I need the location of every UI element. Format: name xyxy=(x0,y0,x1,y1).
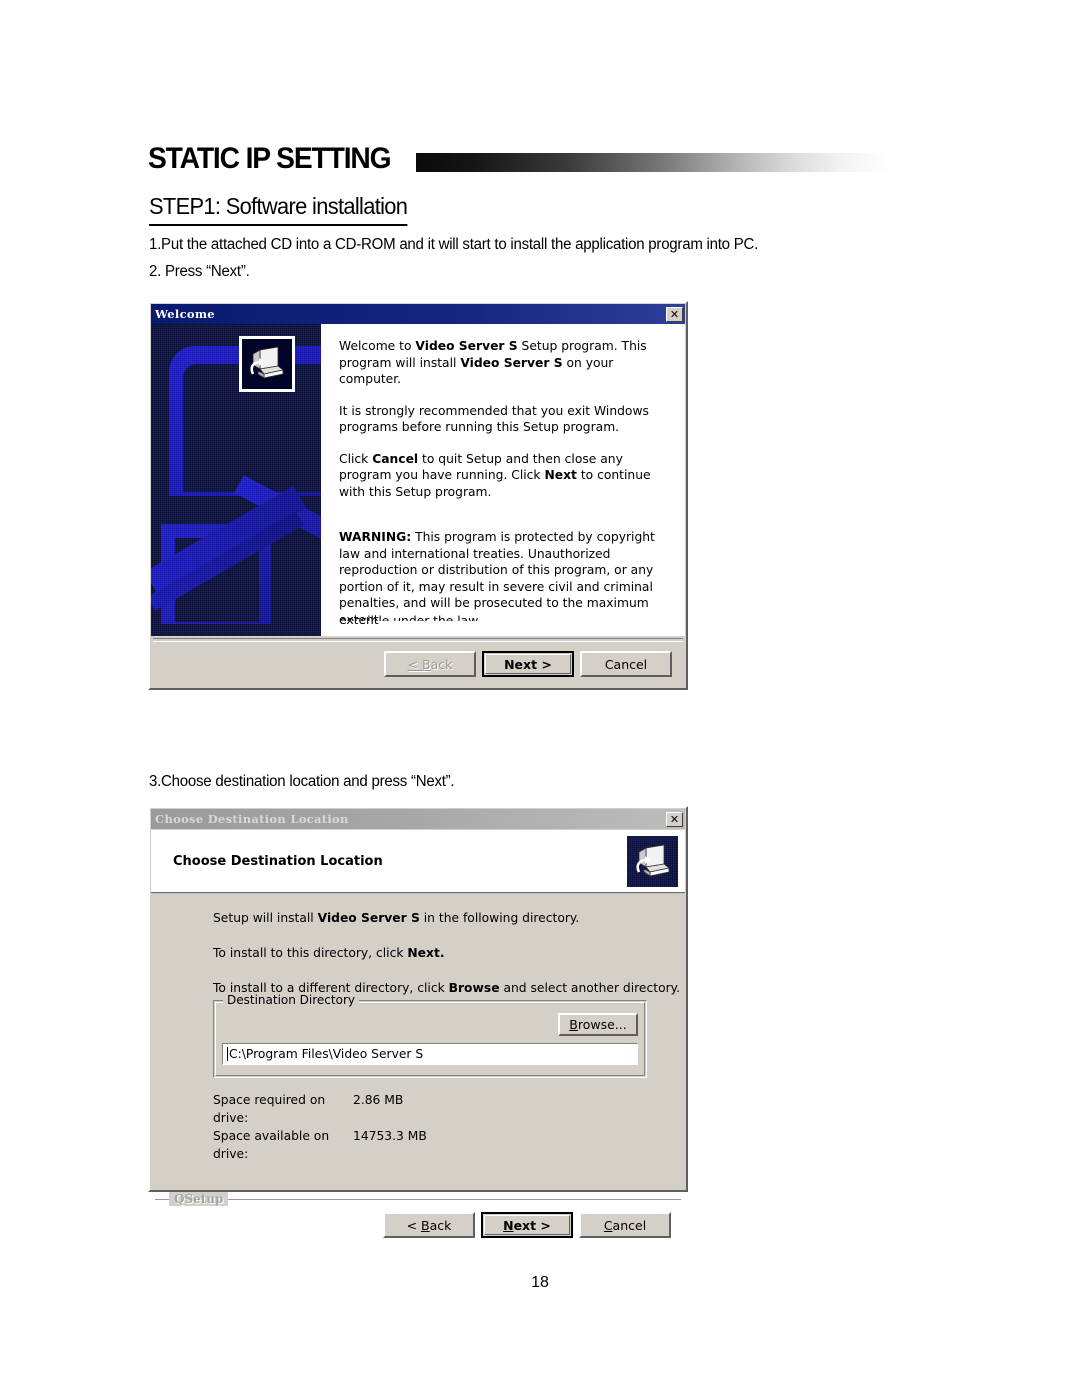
destination-line-1: Setup will install Video Server S in the… xyxy=(213,910,685,926)
welcome-paragraph-1: Welcome to Video Server S Setup program.… xyxy=(339,338,669,388)
next-button[interactable]: Next > xyxy=(481,1212,573,1238)
computer-setup-icon xyxy=(625,834,680,889)
qsetup-label: QSetup xyxy=(169,1192,229,1206)
space-required-label: Space required on drive: xyxy=(213,1093,326,1125)
space-available-label: Space available on drive: xyxy=(213,1129,330,1161)
wp1a: Welcome to xyxy=(339,339,416,353)
space-available-value: 14753.3 MB xyxy=(353,1129,427,1143)
dl2b: Next. xyxy=(407,946,445,960)
wp3b: Cancel xyxy=(372,451,419,466)
destination-header-title: Choose Destination Location xyxy=(173,853,383,869)
page-header: STATIC IP SETTING xyxy=(148,130,888,176)
welcome-paragraph-3: Click Cancel to quit Setup and then clos… xyxy=(339,451,669,501)
welcome-warning-clipped-line: possible under the law. xyxy=(339,614,482,621)
warning-label: WARNING: xyxy=(339,530,412,544)
welcome-paragraph-2: It is strongly recommended that you exit… xyxy=(339,403,649,435)
destination-line-2: To install to this directory, click Next… xyxy=(213,945,685,961)
welcome-setup-dialog: Welcome ✕ Welcome to Video Server S Setu… xyxy=(148,301,688,690)
space-required-value: 2.86 MB xyxy=(353,1093,404,1107)
destination-button-row: < Back Next > Cancel xyxy=(151,1212,685,1238)
next-button-label: Next > xyxy=(504,656,552,672)
instruction-line-1: 1.Put the attached CD into a CD-ROM and … xyxy=(149,236,759,253)
step-heading: STEP1: Software installation xyxy=(149,193,408,226)
cancel-button-label: Cancel xyxy=(604,656,648,672)
wp3a: Click xyxy=(339,451,373,466)
computer-icon-glyph xyxy=(635,844,670,877)
instruction-line-2: 2. Press “Next”. xyxy=(149,263,250,280)
cancel-button[interactable]: Cancel xyxy=(580,651,672,677)
page-title: STATIC IP SETTING xyxy=(148,142,392,175)
dl3b: Browse xyxy=(448,981,500,995)
back-button[interactable]: < Back xyxy=(383,1212,475,1238)
setup-banner-graphic xyxy=(151,324,321,636)
page-number: 18 xyxy=(531,1274,549,1291)
dl1a: Setup will install xyxy=(213,911,318,925)
destination-header: Choose Destination Location xyxy=(151,830,685,894)
browse-button[interactable]: Browse... xyxy=(558,1013,638,1036)
dl1b: Video Server S xyxy=(317,911,420,925)
dl2a: To install to this directory, click xyxy=(213,946,408,960)
dl1c: in the following directory. xyxy=(419,911,580,925)
wp3d: Next xyxy=(544,468,577,482)
dl3c: and select another directory. xyxy=(499,981,681,995)
welcome-titlebar: Welcome ✕ xyxy=(151,304,685,324)
wp1b: Video Server S xyxy=(415,339,518,353)
destination-path-value: C:\Program Files\Video Server S xyxy=(229,1047,424,1061)
title-gradient-bar xyxy=(415,153,888,172)
close-icon[interactable]: ✕ xyxy=(666,306,683,322)
qsetup-branding-bar: QSetup xyxy=(155,1192,681,1206)
cancel-button[interactable]: Cancel xyxy=(579,1212,671,1238)
destination-title-text: Choose Destination Location xyxy=(155,812,349,826)
wp1d: Video Server S xyxy=(460,355,563,370)
destination-titlebar: Choose Destination Location ✕ xyxy=(151,809,685,829)
space-available-row: Space available on drive: 14753.3 MB xyxy=(213,1127,427,1163)
welcome-body: Welcome to Video Server S Setup program.… xyxy=(151,324,685,636)
destination-directory-group: Destination Directory Browse... C:\Progr… xyxy=(213,993,647,1078)
welcome-button-row: < Back Next > Cancel xyxy=(150,642,686,677)
space-required-row: Space required on drive: 2.86 MB xyxy=(213,1091,427,1127)
welcome-title-text: Welcome xyxy=(155,307,215,321)
destination-directory-legend: Destination Directory xyxy=(223,993,359,1007)
destination-body: Setup will install Video Server S in the… xyxy=(151,894,685,1238)
back-button[interactable]: < Back xyxy=(384,651,476,677)
computer-icon-glyph xyxy=(250,346,284,379)
next-button[interactable]: Next > xyxy=(482,651,574,677)
choose-destination-dialog: Choose Destination Location ✕ Choose Des… xyxy=(148,806,688,1238)
close-icon[interactable]: ✕ xyxy=(666,811,683,827)
welcome-text-panel: Welcome to Video Server S Setup program.… xyxy=(321,324,685,636)
destination-path-input[interactable]: C:\Program Files\Video Server S xyxy=(222,1043,638,1065)
computer-setup-icon xyxy=(239,336,295,392)
instruction-line-3: 3.Choose destination location and press … xyxy=(149,773,455,790)
disk-space-info: Space required on drive: 2.86 MB Space a… xyxy=(213,1091,427,1163)
